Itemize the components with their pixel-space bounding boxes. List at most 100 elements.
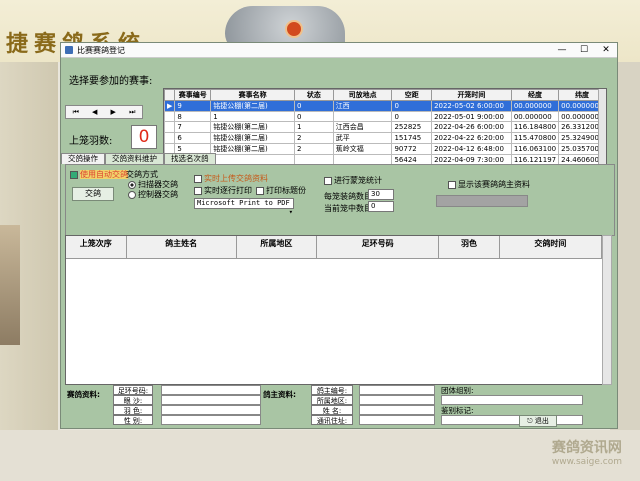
print-title-checkbox[interactable] — [256, 186, 264, 195]
cell-longitude: 00.000000 — [510, 100, 560, 112]
row-indicator-header — [164, 89, 176, 101]
background-bottom — [0, 430, 640, 481]
record-navigator: ⏮ ◀ ▶ ⏭ — [65, 105, 143, 119]
realtime-upload-option[interactable]: 实时上传交鸽资料 — [194, 173, 268, 184]
col-cage-order[interactable]: 上笼次序 — [66, 236, 127, 258]
col-ring-number[interactable]: 足环号码 — [317, 236, 440, 258]
row-indicator: ▶ — [164, 100, 176, 112]
cell-status: 2 — [294, 132, 334, 144]
col-owner-name[interactable]: 鸽主姓名 — [127, 236, 237, 258]
radio-controller[interactable] — [128, 190, 136, 199]
first-record-button[interactable]: ⏮ — [73, 108, 79, 117]
caged-count-value: 0 — [131, 125, 157, 149]
table-row[interactable]: 6 铭捷公棚(第二届) 2 武平 151745 2022-04-22 6:20:… — [164, 132, 606, 144]
col-release-place[interactable]: 司放地点 — [332, 89, 393, 101]
print-title-option[interactable]: 打印标题份 — [256, 185, 306, 196]
owner-name-label: 姓 名: — [311, 405, 353, 415]
cell-time: 2022-04-26 6:00:00 — [431, 121, 512, 133]
cell-distance: 0 — [391, 111, 433, 122]
cell-place — [332, 111, 393, 122]
cell-race-id: 6 — [174, 132, 212, 144]
submitted-pigeons-grid[interactable]: 上笼次序 鸽主姓名 所属地区 足环号码 羽色 交鸽时间 — [65, 235, 603, 385]
app-icon — [65, 46, 73, 54]
col-feather-color[interactable]: 羽色 — [439, 236, 500, 258]
auto-submit-option[interactable]: 使用自动交鸽 — [70, 169, 128, 180]
col-distance[interactable]: 空距 — [391, 89, 433, 101]
group-field[interactable] — [441, 395, 583, 405]
cell-race-name: 铭捷公棚(第二届) — [210, 121, 296, 133]
cell-longitude: 00.000000 — [510, 111, 560, 122]
main-grid-scrollbar[interactable] — [602, 235, 612, 385]
realtime-upload-checkbox[interactable] — [194, 174, 202, 183]
cage-stats-option[interactable]: 进行蒙笼统计 — [324, 175, 382, 186]
col-region[interactable]: 所属地区 — [237, 236, 318, 258]
cell-distance: 0 — [391, 100, 433, 112]
progress-field — [436, 195, 528, 207]
realtime-print-option[interactable]: 实时逐行打印 — [194, 185, 252, 196]
maximize-button[interactable]: ☐ — [573, 45, 595, 55]
owner-id-field[interactable] — [359, 385, 435, 395]
auto-submit-checkbox[interactable] — [70, 170, 78, 179]
submit-options-panel: 使用自动交鸽 交鸽 交鸽方式 扫描器交鸽 控制器交鸽 实时上传交鸽资料 实时逐行… — [65, 164, 615, 236]
owner-info-title: 鸽主资料: — [263, 390, 296, 399]
cell-longitude: 115.470800 — [510, 132, 560, 144]
show-owner-option[interactable]: 显示该赛鸽鸽主资料 — [448, 179, 530, 190]
cell-race-id: 9 — [174, 100, 212, 112]
method-ctrl-option[interactable]: 控制器交鸽 — [128, 189, 178, 200]
col-submit-time[interactable]: 交鸽时间 — [500, 236, 602, 258]
radio-scan[interactable] — [128, 180, 136, 189]
cell-status: 0 — [294, 100, 334, 112]
owner-address-field[interactable] — [359, 415, 435, 425]
col-status[interactable]: 状态 — [294, 89, 334, 101]
col-race-id[interactable]: 赛事编号 — [174, 89, 212, 101]
owner-region-label: 所属地区: — [311, 395, 353, 405]
tab-data-maintenance[interactable]: 交鸽资料维护 — [105, 153, 164, 164]
owner-region-field[interactable] — [359, 395, 435, 405]
close-button[interactable]: ✕ — [595, 45, 617, 55]
col-race-name[interactable]: 赛事名称 — [210, 89, 296, 101]
eye-field[interactable] — [161, 395, 261, 405]
cell-race-id: 7 — [174, 121, 212, 133]
table-row[interactable]: 7 铭捷公棚(第二届) 1 江西会昌 252825 2022-04-26 6:0… — [164, 121, 606, 133]
feather-label: 羽 色: — [113, 405, 153, 415]
cell-time: 2022-05-02 6:00:00 — [431, 100, 512, 112]
last-record-button[interactable]: ⏭ — [129, 108, 135, 117]
owner-address-label: 通讯住址: — [311, 415, 353, 425]
tab-bar: 交鸽操作 交鸽资料维护 找选名次鸽 — [61, 153, 617, 164]
ring-number-field[interactable] — [161, 385, 261, 395]
owner-name-field[interactable] — [359, 405, 435, 415]
table-row[interactable]: ▶ 9 铭捷公棚(第二届) 0 江西 0 2022-05-02 6:00:00 … — [164, 100, 606, 112]
cell-place: 武平 — [332, 132, 393, 144]
current-cage-input[interactable]: 0 — [368, 201, 394, 212]
submit-button[interactable]: 交鸽 — [72, 187, 114, 201]
cell-race-id: 8 — [174, 111, 212, 122]
realtime-print-checkbox[interactable] — [194, 186, 202, 195]
cell-place: 江西会昌 — [332, 121, 393, 133]
window-title: 比赛赛鸽登记 — [77, 45, 125, 55]
minimize-button[interactable]: — — [551, 45, 573, 55]
next-record-button[interactable]: ▶ — [111, 108, 116, 116]
cage-stats-checkbox[interactable] — [324, 176, 332, 185]
col-longitude[interactable]: 经度 — [510, 89, 560, 101]
per-cage-input[interactable]: 30 — [368, 189, 394, 200]
feather-field[interactable] — [161, 405, 261, 415]
cell-longitude: 116.184800 — [510, 121, 560, 133]
print-title-label: 打印标题份 — [266, 186, 306, 195]
ring-number-label: 足环号码: — [113, 385, 153, 395]
sex-field[interactable] — [161, 415, 261, 425]
prev-record-button[interactable]: ◀ — [92, 108, 97, 116]
col-release-time[interactable]: 开笼时间 — [431, 89, 512, 101]
show-owner-checkbox[interactable] — [448, 180, 456, 189]
remark-field[interactable] — [441, 415, 583, 425]
background-photo — [0, 225, 20, 345]
printer-select[interactable]: Microsoft Print to PDF ▾ — [194, 198, 294, 216]
method-scan-label: 扫描器交鸽 — [138, 180, 178, 189]
race-selection-panel: 选择要参加的赛事: ⏮ ◀ ▶ ⏭ 上笼羽数: 0 赛事编号 赛事名称 状态 司… — [61, 58, 617, 167]
exit-label: 退出 — [534, 417, 549, 425]
tab-find-ranking[interactable]: 找选名次鸽 — [164, 153, 216, 164]
watermark-url: www.saige.com — [551, 457, 622, 467]
chevron-down-icon: ▾ — [288, 208, 293, 216]
table-row[interactable]: 8 1 0 0 2022-05-01 9:00:00 00.000000 00.… — [164, 111, 606, 122]
exit-button[interactable]: ⎋ 退出 — [519, 415, 557, 427]
tab-submit-operation[interactable]: 交鸽操作 — [61, 153, 105, 164]
